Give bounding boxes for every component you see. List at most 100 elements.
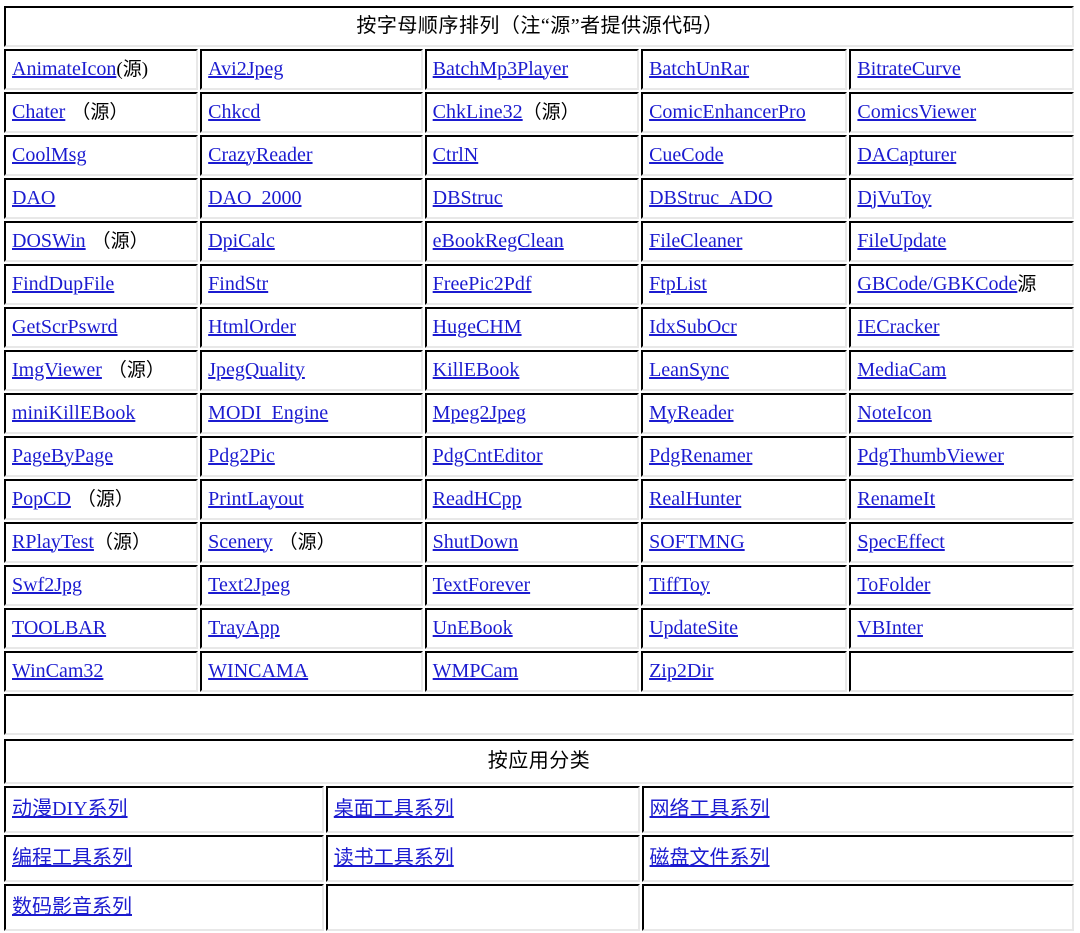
software-link[interactable]: ReadHCpp	[433, 488, 522, 510]
software-link[interactable]: RenameIt	[857, 488, 935, 510]
software-link[interactable]: SpecEffect	[857, 531, 944, 553]
software-link[interactable]: IdxSubOcr	[649, 316, 737, 338]
software-link[interactable]: WinCam32	[12, 660, 103, 682]
software-link[interactable]: FreePic2Pdf	[433, 273, 532, 295]
software-link[interactable]: DAO_2000	[208, 187, 301, 209]
software-link[interactable]: HugeCHM	[433, 316, 522, 338]
software-link[interactable]: ComicsViewer	[857, 101, 976, 123]
category-link[interactable]: 磁盘文件系列	[650, 847, 770, 869]
software-link[interactable]: DjVuToy	[857, 187, 931, 209]
software-link[interactable]: VBInter	[857, 617, 923, 639]
category-link[interactable]: 桌面工具系列	[334, 798, 454, 820]
software-link[interactable]: ShutDown	[433, 531, 519, 553]
source-note: （源）	[278, 531, 336, 553]
software-link[interactable]: Swf2Jpg	[12, 574, 82, 596]
software-link[interactable]: WMPCam	[433, 660, 519, 682]
software-link[interactable]: KillEBook	[433, 359, 520, 381]
software-link[interactable]: Zip2Dir	[649, 660, 713, 682]
category-link[interactable]: 编程工具系列	[12, 847, 132, 869]
software-cell: VBInter	[849, 608, 1074, 649]
software-link[interactable]: CoolMsg	[12, 144, 86, 166]
software-link[interactable]: ChkLine32	[433, 101, 523, 123]
software-link[interactable]: miniKillEBook	[12, 402, 135, 424]
software-link[interactable]: FindStr	[208, 273, 268, 295]
software-link[interactable]: UpdateSite	[649, 617, 738, 639]
software-link[interactable]: GetScrPswrd	[12, 316, 118, 338]
software-link[interactable]: AnimateIcon	[12, 58, 116, 80]
category-link[interactable]: 数码影音系列	[12, 896, 132, 918]
software-link[interactable]: DOSWin	[12, 230, 86, 252]
software-link[interactable]: WINCAMA	[208, 660, 308, 682]
software-link[interactable]: Chater	[12, 101, 65, 123]
software-link[interactable]: ImgViewer	[12, 359, 102, 381]
software-link[interactable]: IECracker	[857, 316, 939, 338]
software-link[interactable]: FindDupFile	[12, 273, 114, 295]
software-link[interactable]: TOOLBAR	[12, 617, 106, 639]
software-link[interactable]: GBCode/GBKCode	[857, 273, 1017, 295]
software-link[interactable]: MediaCam	[857, 359, 946, 381]
software-link[interactable]: BatchMp3Player	[433, 58, 569, 80]
software-link[interactable]: PopCD	[12, 488, 71, 510]
software-link[interactable]: DpiCalc	[208, 230, 275, 252]
source-note: （源）	[91, 230, 149, 252]
software-link[interactable]: JpegQuality	[208, 359, 305, 381]
software-link[interactable]: Pdg2Pic	[208, 445, 275, 467]
software-link[interactable]: UnEBook	[433, 617, 513, 639]
software-link[interactable]: DACapturer	[857, 144, 956, 166]
category-cell: 磁盘文件系列	[641, 835, 1074, 882]
software-link[interactable]: NoteIcon	[857, 402, 931, 424]
software-link[interactable]: ToFolder	[857, 574, 930, 596]
software-cell: SOFTMNG	[641, 522, 848, 563]
software-link[interactable]: TrayApp	[208, 617, 280, 639]
category-table: 按应用分类 动漫DIY系列 桌面工具系列 网络工具系列 编程工具系列 读书工具系…	[2, 737, 1076, 933]
software-link[interactable]: Text2Jpeg	[208, 574, 290, 596]
software-link[interactable]: PdgCntEditor	[433, 445, 543, 467]
software-link[interactable]: MODI_Engine	[208, 402, 328, 424]
software-link[interactable]: CtrlN	[433, 144, 479, 166]
software-link[interactable]: DBStruc	[433, 187, 503, 209]
category-link[interactable]: 动漫DIY系列	[12, 798, 128, 820]
software-link[interactable]: HtmlOrder	[208, 316, 296, 338]
software-cell: DpiCalc	[200, 221, 423, 262]
software-cell: KillEBook	[424, 350, 640, 391]
software-link[interactable]: PdgThumbViewer	[857, 445, 1004, 467]
software-link[interactable]: DAO	[12, 187, 55, 209]
software-cell: FileCleaner	[641, 221, 848, 262]
software-link[interactable]: TiffToy	[649, 574, 710, 596]
software-link[interactable]: RPlayTest	[12, 531, 94, 553]
software-cell: UnEBook	[424, 608, 640, 649]
software-link[interactable]: ComicEnhancerPro	[649, 101, 806, 123]
software-link[interactable]: PrintLayout	[208, 488, 304, 510]
software-link[interactable]: FileUpdate	[857, 230, 946, 252]
software-link[interactable]: Scenery	[208, 531, 272, 553]
software-link[interactable]: LeanSync	[649, 359, 729, 381]
software-link[interactable]: Mpeg2Jpeg	[433, 402, 526, 424]
source-note: (源)	[116, 58, 149, 80]
table-row: Swf2Jpg Text2Jpeg TextForever TiffToy To…	[4, 565, 1074, 606]
software-cell: RealHunter	[641, 479, 848, 520]
software-link[interactable]: eBookRegClean	[433, 230, 564, 252]
software-link[interactable]: SOFTMNG	[649, 531, 745, 553]
software-cell: RenameIt	[849, 479, 1074, 520]
software-link[interactable]: FileCleaner	[649, 230, 742, 252]
software-cell: FileUpdate	[849, 221, 1074, 262]
software-link[interactable]: Avi2Jpeg	[208, 58, 283, 80]
software-cell: ChkLine32（源）	[424, 92, 640, 133]
category-link[interactable]: 读书工具系列	[334, 847, 454, 869]
software-cell: JpegQuality	[200, 350, 423, 391]
software-link[interactable]: DBStruc_ADO	[649, 187, 772, 209]
page-root: 按字母顺序排列（注“源”者提供源代码） AnimateIcon(源) Avi2J…	[0, 0, 1080, 933]
category-link[interactable]: 网络工具系列	[650, 798, 770, 820]
software-link[interactable]: RealHunter	[649, 488, 741, 510]
software-link[interactable]: TextForever	[433, 574, 530, 596]
software-link[interactable]: FtpList	[649, 273, 707, 295]
software-link[interactable]: BitrateCurve	[857, 58, 960, 80]
software-link[interactable]: PageByPage	[12, 445, 113, 467]
software-link[interactable]: CueCode	[649, 144, 723, 166]
software-link[interactable]: MyReader	[649, 402, 733, 424]
software-link[interactable]: PdgRenamer	[649, 445, 752, 467]
software-link[interactable]: CrazyReader	[208, 144, 312, 166]
software-link[interactable]: BatchUnRar	[649, 58, 749, 80]
table-row: RPlayTest（源） Scenery （源） ShutDown SOFTMNG…	[4, 522, 1074, 563]
software-link[interactable]: Chkcd	[208, 101, 260, 123]
